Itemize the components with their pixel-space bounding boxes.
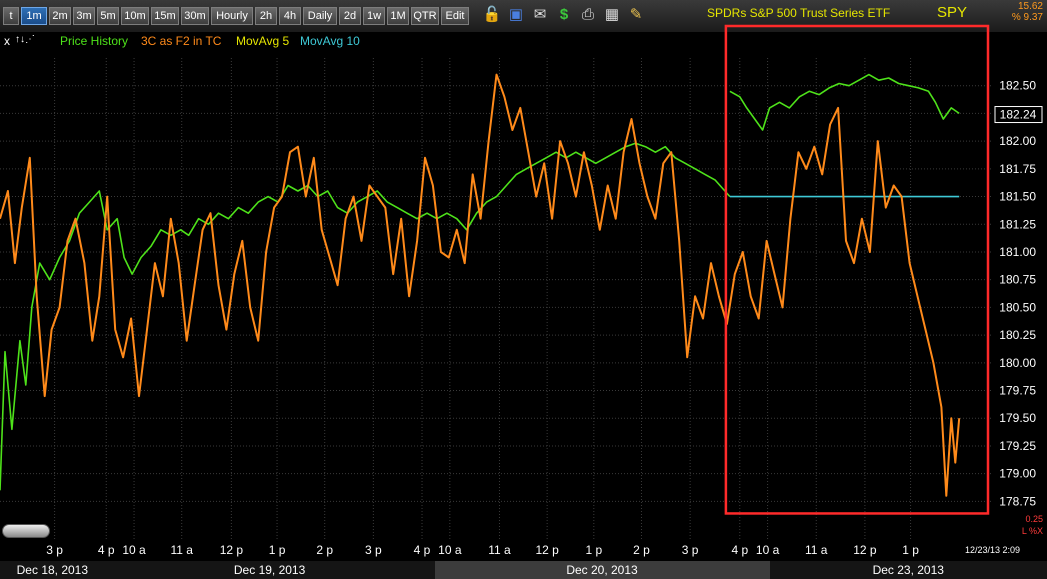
y-tick-label: 180.75 — [999, 273, 1036, 287]
x-tick-label: 12 p — [853, 543, 877, 557]
scale-label[interactable]: L %X — [1022, 526, 1043, 536]
date-label: Dec 19, 2013 — [233, 563, 306, 577]
x-tick-label: 10 a — [122, 543, 146, 557]
x-tick-label: 10 a — [438, 543, 462, 557]
y-tick-label: 181.25 — [999, 217, 1036, 231]
x-tick-label: 4 p — [731, 543, 748, 557]
y-tick-label: 180.50 — [999, 300, 1036, 314]
date-bar: Dec 18, 2013 Dec 19, 2013 Dec 20, 2013 Dec … — [0, 561, 1047, 579]
highlight-box — [724, 24, 990, 515]
x-tick-label: 11 a — [805, 543, 828, 557]
y-tick-label: 181.75 — [999, 162, 1036, 176]
x-tick-label: 3 p — [682, 543, 699, 557]
x-tick-label: 10 a — [756, 543, 780, 557]
x-tick-label: 4 p — [414, 543, 431, 557]
date-label: Dec 18, 2013 — [16, 563, 89, 577]
y-tick-label: 179.00 — [999, 467, 1036, 481]
y-tick-label: 179.50 — [999, 411, 1036, 425]
date-label: Dec 20, 2013 — [434, 561, 770, 579]
y-tick-label: 181.00 — [999, 245, 1036, 259]
x-tick-label: 1 p — [585, 543, 602, 557]
y-tick-label: 179.25 — [999, 439, 1036, 453]
y-tick-label: 182.50 — [999, 79, 1036, 93]
3c-as-f2-in-tc-line — [0, 73, 961, 497]
x-tick-label: 12 p — [220, 543, 244, 557]
y-tick-label: 182.00 — [999, 134, 1036, 148]
x-tick-label: 3 p — [46, 543, 63, 557]
y-tick-label: 180.25 — [999, 328, 1036, 342]
x-tick-label: 2 p — [633, 543, 650, 557]
date-label: Dec 23, 2013 — [872, 563, 944, 577]
scale-value: 0.25 — [1025, 514, 1043, 524]
y-tick-label: 180.00 — [999, 356, 1036, 370]
price-history-dec-23-line — [729, 73, 960, 131]
current-price-label: 182.24 — [1000, 108, 1037, 122]
x-tick-label: 1 p — [269, 543, 286, 557]
y-tick-label: 178.75 — [999, 494, 1036, 508]
scroll-handle[interactable] — [2, 524, 50, 538]
x-tick-label: 12 p — [535, 543, 559, 557]
x-tick-label: 3 p — [365, 543, 382, 557]
price-chart[interactable]: 182.50182.25182.00181.75181.50181.25181.… — [0, 0, 1047, 561]
y-tick-label: 179.75 — [999, 384, 1036, 398]
x-tick-label: 4 p — [98, 543, 115, 557]
price-history-line — [0, 142, 731, 491]
x-tick-label: 11 a — [170, 543, 193, 557]
y-tick-label: 181.50 — [999, 190, 1036, 204]
x-tick-label: 1 p — [902, 543, 919, 557]
x-tick-label: 11 a — [488, 543, 511, 557]
timestamp: 12/23/13 2:09 — [965, 545, 1021, 555]
x-tick-label: 2 p — [316, 543, 333, 557]
